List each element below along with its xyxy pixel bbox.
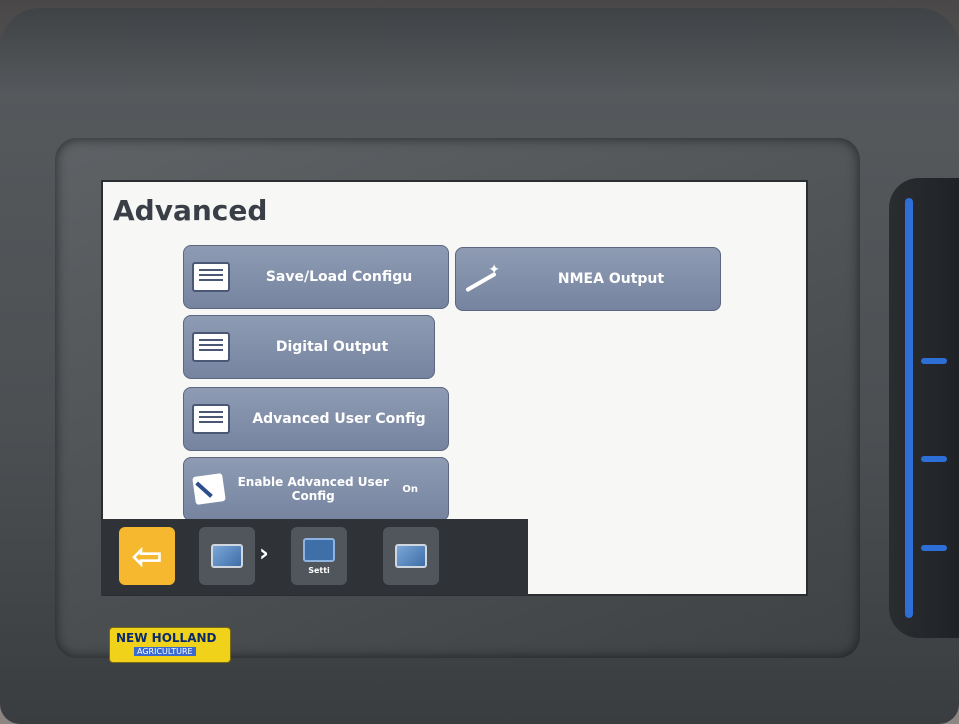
brand-sticker: NEW HOLLAND AGRICULTURE xyxy=(109,627,231,663)
indicator-light xyxy=(921,545,947,551)
advanced-user-config-button[interactable]: Advanced User Config xyxy=(183,387,449,451)
brand-subtitle: AGRICULTURE xyxy=(134,647,196,656)
breadcrumb-current[interactable] xyxy=(383,527,439,585)
digital-output-button[interactable]: Digital Output xyxy=(183,315,435,379)
tile-label: Enable Advanced User Config xyxy=(237,475,389,503)
tile-label: Advanced User Config xyxy=(252,411,426,427)
breadcrumb-home[interactable] xyxy=(199,527,255,585)
monitor-icon xyxy=(211,544,243,568)
toggle-state: On xyxy=(402,483,418,495)
brand-name: NEW HOLLAND xyxy=(116,631,217,645)
side-light xyxy=(905,198,913,618)
tile-label: Digital Output xyxy=(275,339,389,355)
enable-advanced-user-config-toggle[interactable]: Enable Advanced User Config On xyxy=(183,457,449,521)
wrench-icon xyxy=(303,537,335,562)
indicator-light xyxy=(921,358,947,364)
breadcrumb-label: Setti xyxy=(308,565,330,575)
tile-label: Save/Load Configu xyxy=(265,269,413,285)
pencil-icon xyxy=(192,473,226,505)
list-icon xyxy=(192,332,230,362)
list-icon xyxy=(192,262,230,292)
wand-icon xyxy=(462,262,502,294)
arrow-left-icon: ⇦ xyxy=(131,534,163,578)
nmea-output-button[interactable]: NMEA Output xyxy=(455,247,721,311)
tile-label: NMEA Output xyxy=(557,271,665,287)
save-load-configurations-button[interactable]: Save/Load Configu xyxy=(183,245,449,309)
breadcrumb-separator: › xyxy=(259,539,269,567)
indicator-light xyxy=(921,456,947,462)
breadcrumb-settings[interactable]: Setti xyxy=(291,527,347,585)
side-strip xyxy=(889,178,959,638)
bottom-toolbar: ⇦ › Setti xyxy=(101,519,528,595)
back-button[interactable]: ⇦ xyxy=(119,527,175,585)
list-icon xyxy=(192,404,230,434)
page-title: Advanced xyxy=(113,194,268,227)
monitor-icon xyxy=(395,544,427,568)
